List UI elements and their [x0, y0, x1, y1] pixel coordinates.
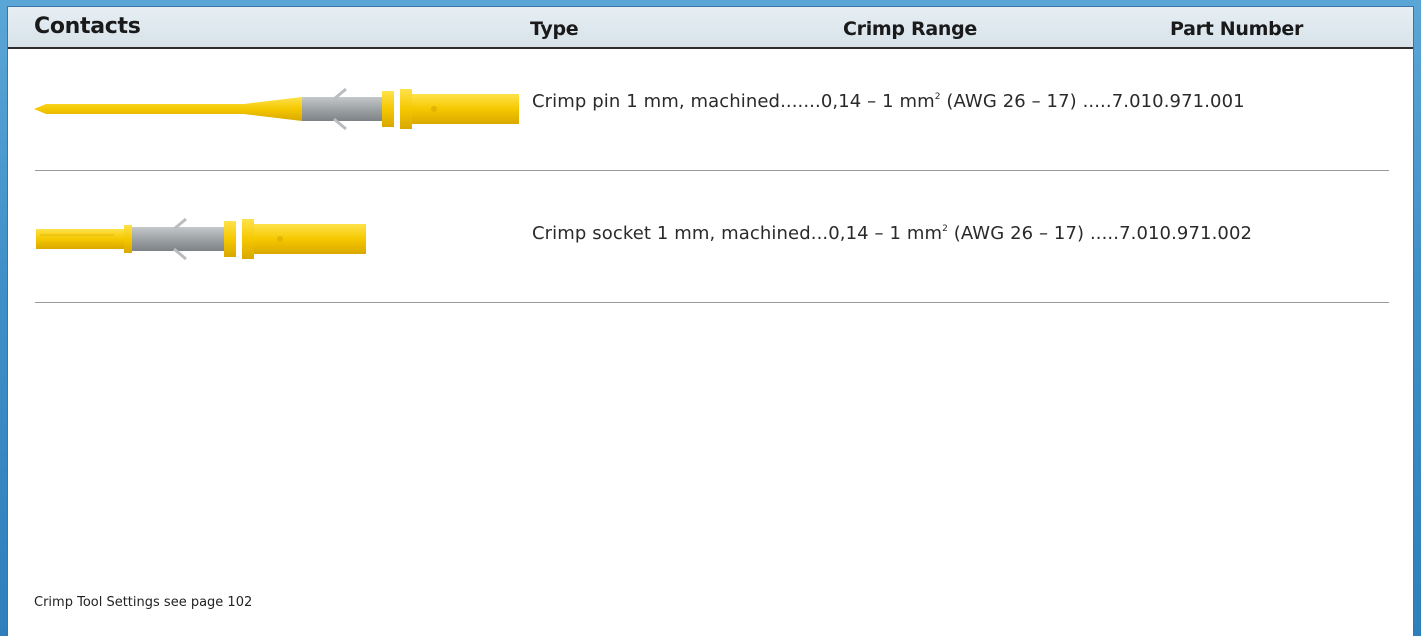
crimp-range-cell: 0,14 – 1 mm [820, 91, 935, 112]
table-row-2: Crimp socket 1 mm, machined...0,14 – 1 m… [532, 223, 1252, 244]
column-header-type: Type [530, 18, 579, 40]
column-header-crimp-range: Crimp Range [843, 18, 978, 40]
type-cell: Crimp socket 1 mm, machined [532, 223, 811, 244]
page-title: Contacts [34, 14, 141, 39]
awg-cell: (AWG 26 – 17) [947, 223, 1090, 244]
awg-cell: (AWG 26 – 17) [940, 91, 1083, 112]
leader-dots: ....... [780, 91, 821, 112]
column-header-part-number: Part Number [1170, 18, 1304, 40]
row-divider [35, 170, 1389, 171]
leader-dots: ..... [1089, 223, 1120, 244]
table-row-1: Crimp pin 1 mm, machined.......0,14 – 1 … [532, 91, 1245, 112]
footnote: Crimp Tool Settings see page 102 [34, 595, 253, 610]
table-header: Contacts Type Crimp Range Part Number [8, 7, 1413, 49]
leader-dots: ..... [1082, 91, 1112, 112]
part-number-cell: 7.010.971.002 [1119, 223, 1253, 244]
type-cell: Crimp pin 1 mm, machined [532, 91, 781, 112]
crimp-range-cell: 0,14 – 1 mm [828, 223, 943, 244]
contacts-panel: Contacts Type Crimp Range Part Number Cr… [8, 7, 1413, 636]
leader-dots: ... [810, 223, 829, 244]
crimp-pin-image [34, 87, 519, 131]
part-number-cell: 7.010.971.001 [1111, 91, 1245, 112]
crimp-socket-image [36, 217, 366, 261]
row-divider [35, 302, 1389, 303]
